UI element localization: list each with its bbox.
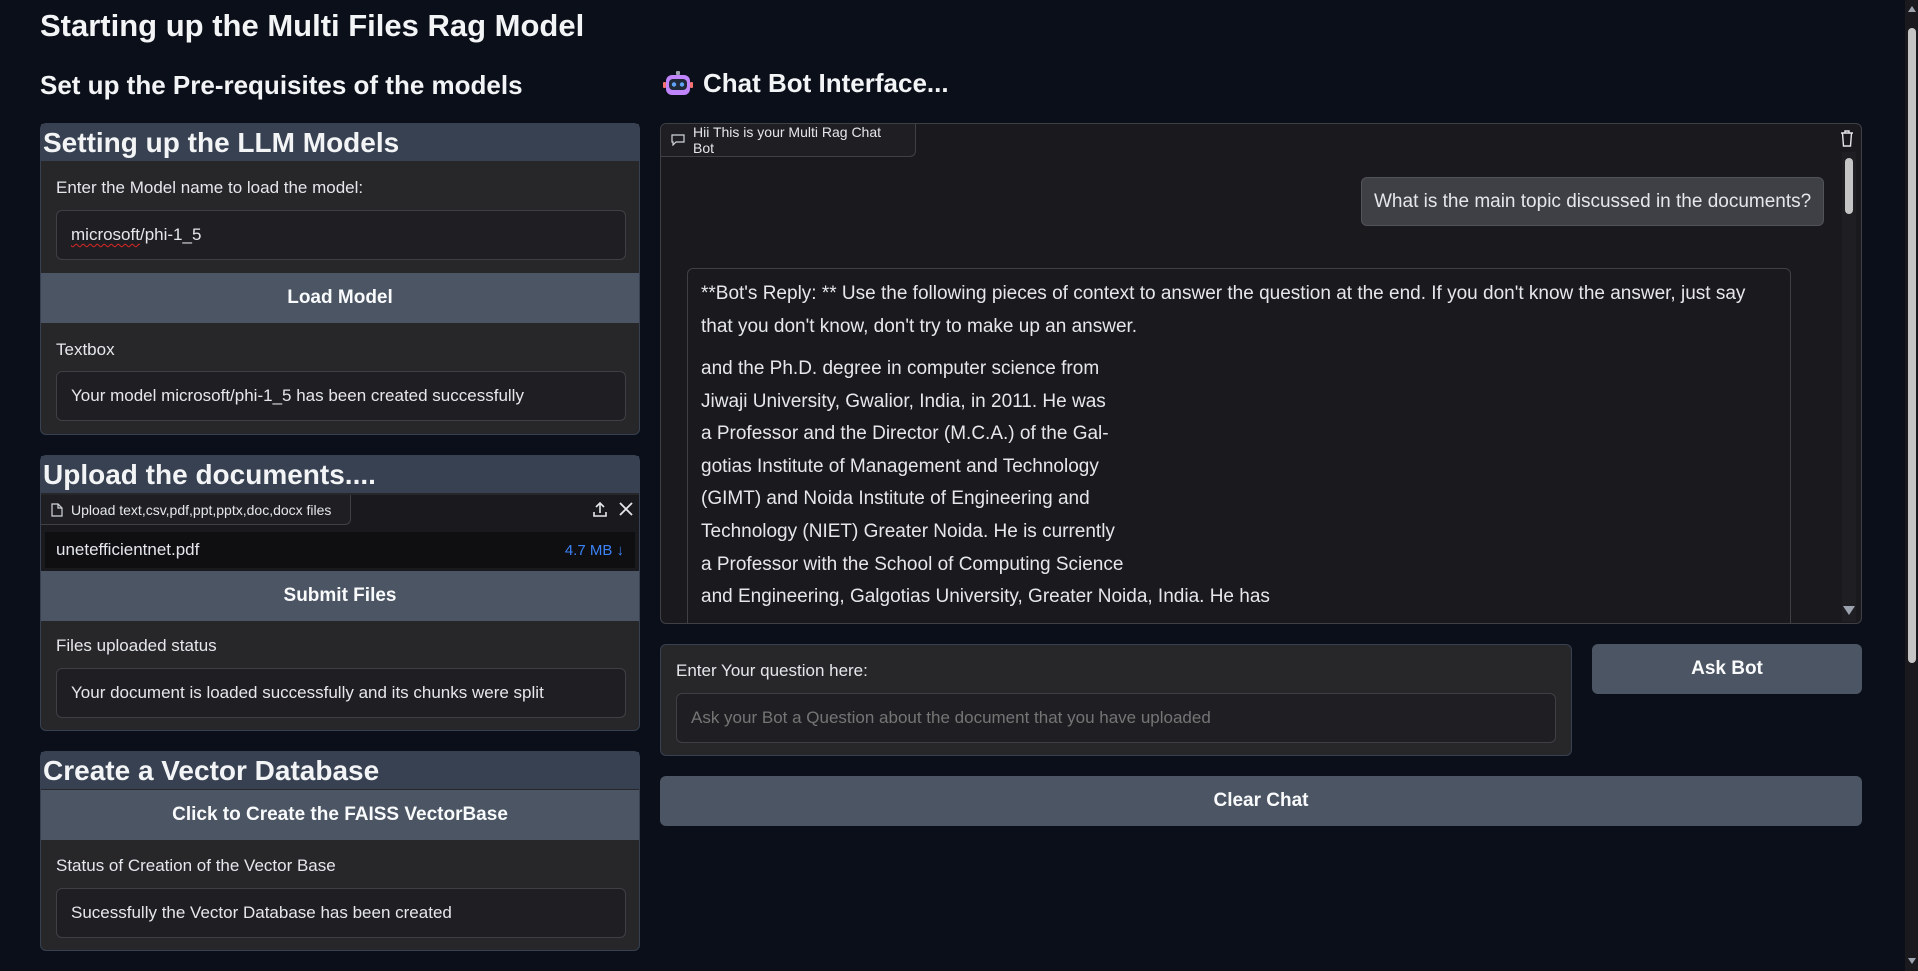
bot-line: gotias Institute of Management and Techn… — [701, 455, 1099, 477]
upload-panel-title: Upload the documents.... — [41, 456, 639, 493]
upload-panel: Upload the documents.... Upload text,csv… — [40, 455, 640, 731]
model-status-output: Your model microsoft/phi-1_5 has been cr… — [56, 371, 626, 421]
question-label: Enter Your question here: — [676, 661, 868, 680]
files-status-label: Files uploaded status — [56, 636, 217, 655]
scroll-down-icon[interactable] — [1843, 606, 1855, 615]
submit-files-button[interactable]: Submit Files — [41, 571, 639, 621]
files-status-output: Your document is loaded successfully and… — [56, 668, 626, 718]
vector-panel: Create a Vector Database Click to Create… — [40, 751, 640, 951]
page-scroll-up-icon[interactable] — [1908, 6, 1916, 12]
upload-tag: Upload text,csv,pdf,ppt,pptx,doc,docx fi… — [41, 495, 351, 525]
chat-scroll-thumb[interactable] — [1845, 158, 1853, 214]
model-name-value-part2: /phi-1_5 — [139, 225, 202, 244]
llm-panel-title: Setting up the LLM Models — [41, 124, 639, 161]
vector-panel-title: Create a Vector Database — [41, 752, 639, 789]
chat-heading: Chat Bot Interface... — [663, 68, 949, 99]
close-icon[interactable] — [618, 501, 634, 517]
bot-message: **Bot's Reply: ** Use the following piec… — [687, 268, 1791, 623]
model-name-value-part1: microsoft — [71, 225, 140, 244]
model-name-label: Enter the Model name to load the model: — [56, 178, 364, 197]
page-scroll-down-icon[interactable] — [1908, 958, 1916, 964]
load-model-button[interactable]: Load Model — [41, 273, 639, 323]
chatbot-window: Hii This is your Multi Rag Chat Bot What… — [660, 123, 1862, 624]
vector-status-label: Status of Creation of the Vector Base — [56, 856, 336, 875]
file-download-link[interactable]: 4.7 MB ↓ — [565, 542, 624, 559]
bot-message-intro: **Bot's Reply: ** Use the following piec… — [701, 283, 1746, 337]
chatbot-tag-label: Hii This is your Multi Rag Chat Bot — [693, 124, 882, 156]
ask-bot-button[interactable]: Ask Bot — [1592, 644, 1862, 694]
bot-message-context: and the Ph.D. degree in computer science… — [701, 353, 1777, 614]
trash-icon[interactable] — [1839, 129, 1855, 147]
question-panel: Enter Your question here: — [660, 644, 1572, 756]
bot-line: a Professor with the School of Computing… — [701, 553, 1124, 575]
bot-line: and the Ph.D. degree in computer science… — [701, 358, 1100, 379]
upload-share-icon[interactable] — [591, 501, 609, 519]
page-title: Starting up the Multi Files Rag Model — [40, 8, 585, 43]
bot-line: (GIMT) and Noida Institute of Engineerin… — [701, 488, 1090, 510]
page-scroll-thumb[interactable] — [1908, 28, 1916, 663]
model-status-label: Textbox — [56, 340, 115, 359]
chat-bubble-icon — [671, 134, 685, 146]
file-dropzone[interactable]: Upload text,csv,pdf,ppt,pptx,doc,docx fi… — [41, 495, 639, 575]
clear-chat-button[interactable]: Clear Chat — [660, 776, 1862, 826]
chatbot-tag: Hii This is your Multi Rag Chat Bot — [661, 124, 916, 157]
upload-tag-label: Upload text,csv,pdf,ppt,pptx,doc,docx fi… — [71, 501, 332, 518]
bot-line: a Professor and the Director (M.C.A.) of… — [701, 423, 1109, 445]
create-vectorbase-button[interactable]: Click to Create the FAISS VectorBase — [41, 790, 639, 840]
chat-scrollbar[interactable] — [1842, 152, 1856, 622]
uploaded-file-name: unetefficientnet.pdf — [56, 540, 200, 559]
robot-icon — [663, 69, 693, 99]
bot-line: Jiwaji University, Gwalior, India, in 20… — [701, 390, 1106, 412]
left-heading: Set up the Pre-requisites of the models — [40, 70, 523, 100]
vector-status-output: Sucessfully the Vector Database has been… — [56, 888, 626, 938]
bot-line: Technology (NIET) Greater Noida. He is c… — [701, 520, 1115, 542]
question-input[interactable] — [676, 693, 1556, 743]
file-icon — [51, 502, 63, 517]
llm-panel: Setting up the LLM Models Enter the Mode… — [40, 123, 640, 435]
user-message: What is the main topic discussed in the … — [1361, 177, 1825, 226]
model-name-input[interactable]: microsoft/phi-1_5 — [56, 210, 626, 260]
page-scrollbar[interactable] — [1905, 0, 1918, 971]
bot-line: and Engineering, Galgotias University, G… — [701, 586, 1270, 608]
uploaded-file-row: unetefficientnet.pdf 4.7 MB ↓ — [45, 532, 635, 568]
chat-heading-text: Chat Bot Interface... — [703, 68, 949, 98]
